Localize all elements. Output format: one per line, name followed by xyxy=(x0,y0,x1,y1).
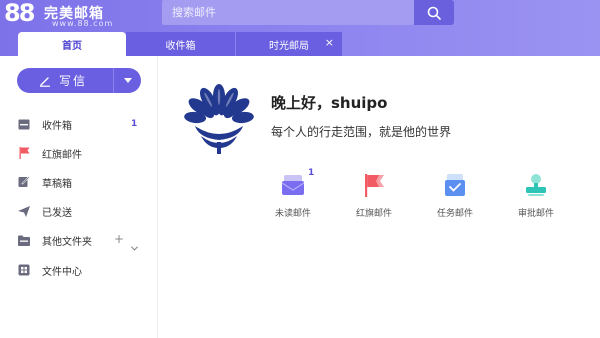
pen-icon xyxy=(40,76,50,87)
compose-label: 写信 xyxy=(59,74,88,88)
sidebar-item-sent[interactable]: 已发送 xyxy=(0,201,158,221)
logo-number: 88 xyxy=(4,0,35,27)
compose-button[interactable]: 写信 xyxy=(17,68,141,93)
red-flag-icon xyxy=(18,147,30,159)
close-icon[interactable]: × xyxy=(325,36,334,49)
sidebar-item-other-folders[interactable]: 其他文件夹 + xyxy=(0,230,158,251)
lotus-avatar[interactable] xyxy=(181,80,257,156)
inbox-icon xyxy=(18,118,30,130)
quick-task-mail[interactable]: 任务邮件 xyxy=(422,172,488,232)
compose-main[interactable]: 写信 xyxy=(17,72,113,89)
add-folder-icon[interactable]: + xyxy=(114,232,124,246)
draft-icon xyxy=(18,176,30,188)
search-box xyxy=(162,0,414,25)
sidebar-item-drafts[interactable]: 草稿箱 xyxy=(0,172,158,192)
folder-icon xyxy=(18,234,30,246)
top-header: 88 完美邮箱 www.88.com 首页 收件箱 时光邮局 × xyxy=(0,0,600,56)
unread-mail-icon xyxy=(281,175,305,195)
greeting-text: 晚上好，shuipo xyxy=(271,94,388,112)
home-main: 晚上好，shuipo 每个人的行走范围，就是他的世界 1 未读邮件 红旗邮件 任… xyxy=(159,56,600,338)
sidebar-item-file-center[interactable]: 文件中心 xyxy=(0,260,158,280)
sidebar-item-label: 草稿箱 xyxy=(42,178,72,190)
sidebar-item-flagged[interactable]: 红旗邮件 xyxy=(0,143,158,163)
quick-label: 未读邮件 xyxy=(274,209,311,219)
search-icon xyxy=(427,6,441,20)
compose-dropdown[interactable] xyxy=(113,68,141,93)
caret-down-icon xyxy=(123,78,132,83)
sidebar-item-label: 已发送 xyxy=(42,207,72,219)
red-flag-mail-icon xyxy=(365,174,384,197)
tab-label: 收件箱 xyxy=(165,40,196,52)
sidebar-item-inbox[interactable]: 收件箱 1 xyxy=(0,114,158,134)
tab-label: 时光邮局 xyxy=(269,40,309,52)
search-input[interactable] xyxy=(162,0,414,25)
quick-flagged-mail[interactable]: 红旗邮件 xyxy=(341,172,407,232)
tab-time-post[interactable]: 时光邮局 × xyxy=(236,32,342,56)
tab-label: 首页 xyxy=(62,40,82,52)
sent-icon xyxy=(18,205,30,217)
tab-home[interactable]: 首页 xyxy=(18,32,126,56)
brand-logo[interactable]: 88 完美邮箱 www.88.com xyxy=(4,0,124,28)
task-mail-icon xyxy=(445,174,465,196)
quick-approval-mail[interactable]: 审批邮件 xyxy=(503,172,569,232)
tab-inbox[interactable]: 收件箱 xyxy=(126,32,236,56)
quick-label: 审批邮件 xyxy=(517,209,554,219)
approval-mail-icon xyxy=(526,174,546,196)
quick-label: 红旗邮件 xyxy=(355,209,392,219)
sidebar-item-label: 红旗邮件 xyxy=(42,149,82,161)
sidebar-item-label: 文件中心 xyxy=(42,266,82,278)
quick-unread-mail[interactable]: 1 未读邮件 xyxy=(260,168,326,232)
search-button[interactable] xyxy=(414,0,454,25)
chevron-down-icon[interactable] xyxy=(131,236,138,255)
quick-label: 任务邮件 xyxy=(436,209,473,219)
motto-text: 每个人的行走范围，就是他的世界 xyxy=(271,125,452,139)
sidebar-item-label: 收件箱 xyxy=(42,120,72,132)
sidebar: 写信 收件箱 1 红旗邮件 草稿箱 已发送 其他文件夹 + 文件中心 xyxy=(0,56,158,338)
unread-count-badge: 1 xyxy=(131,119,138,129)
unread-count-badge: 1 xyxy=(308,168,315,178)
logo-url: www.88.com xyxy=(52,19,114,28)
sidebar-item-label: 其他文件夹 xyxy=(42,236,92,248)
file-center-icon xyxy=(18,264,30,276)
